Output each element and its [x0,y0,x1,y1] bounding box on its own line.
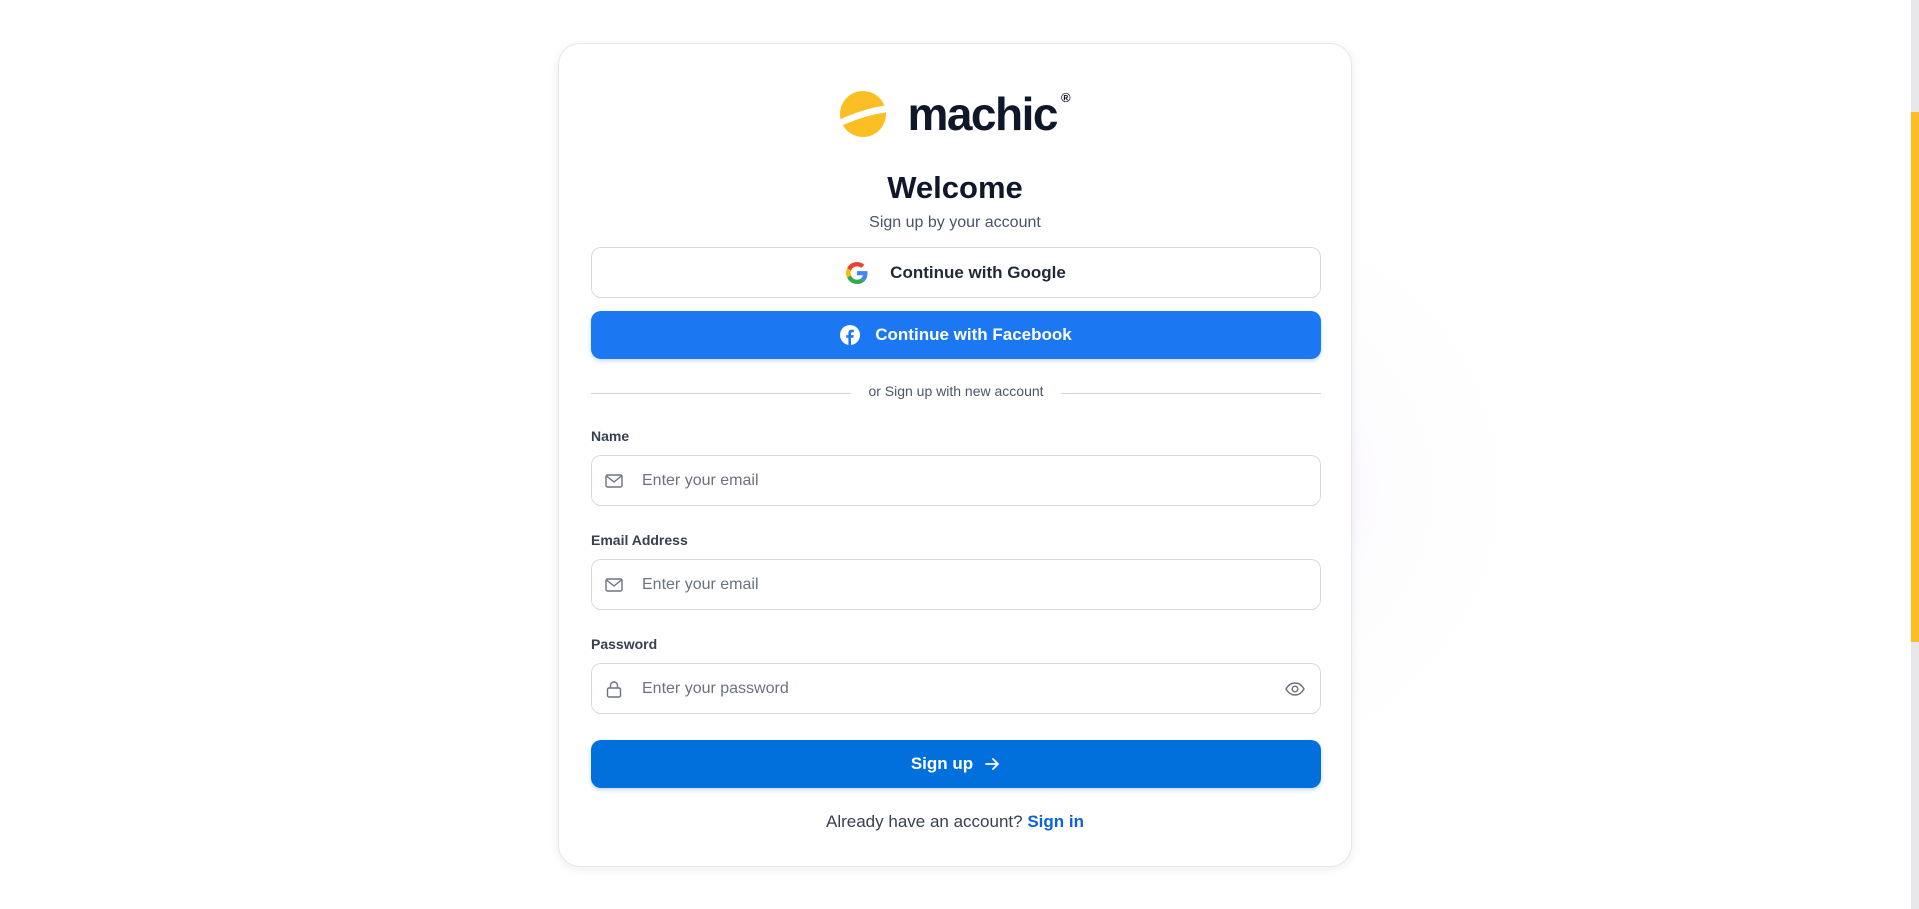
page-subtitle: Sign up by your account [869,214,1041,231]
email-label: Email Address [591,532,688,548]
signin-prompt-text: Already have an account? [826,812,1023,831]
sign-up-label: Sign up [910,754,974,773]
or-divider: or Sign up with new account [591,383,1321,401]
google-icon [846,261,868,284]
sign-in-link[interactable]: Sign in [1027,812,1084,831]
page-title: Welcome [887,170,1023,205]
google-button-label: Continue with Google [890,262,1066,282]
divider-text: or Sign up with new account [868,383,1044,399]
machic-logo-icon [839,91,888,137]
name-input[interactable] [642,456,1320,505]
arrow-right-icon [985,758,1000,770]
mail-icon [605,473,623,488]
scrollbar[interactable] [1911,0,1919,909]
lock-icon [606,680,622,698]
password-label: Password [591,636,658,652]
facebook-button-label: Continue with Facebook [875,325,1072,344]
scrollbar-thumb[interactable] [1911,112,1919,642]
signin-prompt: Already have an account? Sign in [559,812,1351,832]
eye-icon[interactable] [1284,678,1306,700]
password-input[interactable] [642,664,1284,713]
continue-with-facebook-button[interactable]: Continue with Facebook [591,311,1321,359]
name-field[interactable] [591,455,1321,506]
brand-logo: machic ® [559,86,1351,142]
sign-up-button[interactable]: Sign up [591,740,1321,788]
brand-name: machic [907,88,1058,140]
facebook-icon [840,325,861,345]
email-input[interactable] [642,560,1320,609]
password-field[interactable] [591,663,1321,714]
signup-card: machic ® Welcome Sign up by your account… [558,43,1352,867]
continue-with-google-button[interactable]: Continue with Google [591,247,1321,298]
divider-line-right [1061,393,1321,394]
registered-mark: ® [1060,90,1071,105]
email-field[interactable] [591,559,1321,610]
mail-icon [605,577,623,592]
name-label: Name [591,428,630,444]
